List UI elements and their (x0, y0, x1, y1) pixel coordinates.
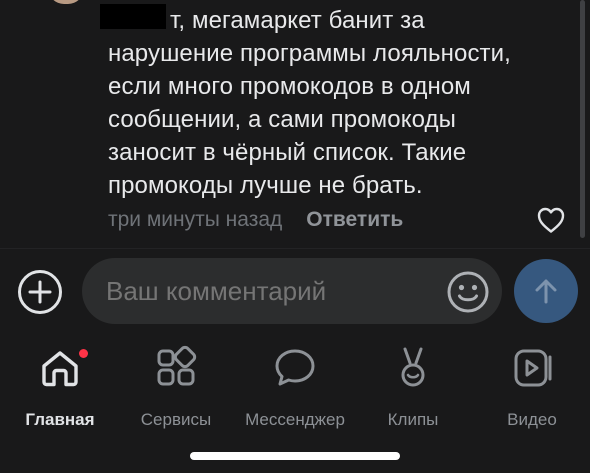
home-icon (42, 351, 78, 387)
attach-button[interactable] (17, 269, 63, 315)
scrollbar[interactable] (580, 0, 585, 238)
tab-clips[interactable]: Клипы (370, 344, 456, 434)
tab-label: Сервисы (140, 410, 212, 429)
notification-badge (79, 349, 88, 358)
heart-icon (537, 207, 565, 233)
tab-label: Мессенджер (245, 410, 345, 429)
reply-button[interactable]: Ответить (306, 208, 403, 232)
comment-text: т, мегамаркет банит за нарушение програм… (108, 4, 568, 202)
comment-item: т, мегамаркет банит за нарушение програм… (0, 0, 590, 248)
chat-bubble-icon (275, 349, 315, 386)
tab-video[interactable]: Видео (490, 344, 574, 434)
tab-label: Видео (507, 410, 557, 429)
like-button[interactable] (536, 206, 566, 234)
comment-line-text: т, мегамаркет банит за (170, 7, 425, 34)
comment-meta: три минуты назад Ответить (108, 205, 403, 235)
clips-icon (401, 347, 425, 387)
tab-label: Клипы (387, 410, 439, 429)
comment-line: нарушение программы лояльности, (108, 40, 511, 67)
tab-home[interactable]: Главная (14, 344, 106, 434)
comment-composer (0, 248, 590, 332)
tab-services[interactable]: Сервисы (130, 344, 222, 434)
comment-line: промокоды лучше не брать. (108, 172, 423, 199)
send-button[interactable] (514, 259, 578, 323)
comment-line: заносит в чёрный список. Такие (108, 139, 467, 166)
arrow-up-icon (535, 279, 557, 304)
avatar[interactable] (48, 0, 84, 4)
tab-messenger[interactable]: Мессенджер (233, 344, 357, 434)
services-icon (157, 345, 197, 386)
emoji-button[interactable] (446, 270, 490, 314)
comment-timestamp: три минуты назад (108, 208, 283, 231)
tab-label: Главная (25, 410, 95, 429)
comment-input[interactable] (106, 258, 436, 324)
comment-input-container[interactable] (82, 258, 502, 324)
smile-icon (447, 271, 489, 313)
redacted-author-name (100, 4, 166, 29)
comment-line: т, мегамаркет банит за (108, 4, 568, 37)
comment-line: если много промокодов в одном (108, 73, 471, 100)
comment-line: сообщении, а сами промокоды (108, 106, 456, 133)
home-indicator[interactable] (190, 452, 400, 460)
video-icon (514, 349, 552, 387)
plus-circle-icon (18, 270, 62, 314)
